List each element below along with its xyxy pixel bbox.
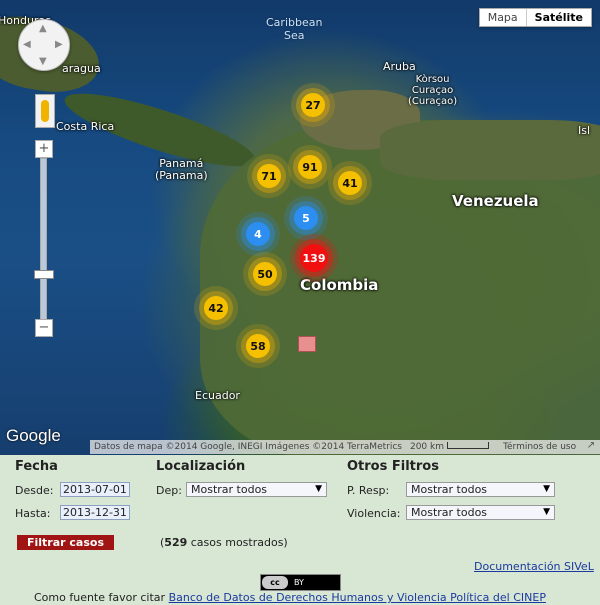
localizacion-title: Localización: [156, 459, 246, 474]
label-caribbean-sea: Caribbean Sea: [266, 16, 322, 42]
label-venezuela: Venezuela: [452, 192, 539, 210]
cluster-marker[interactable]: 5: [294, 206, 318, 230]
hasta-date-input[interactable]: [60, 505, 130, 520]
resp-select-value: Mostrar todos: [411, 483, 488, 496]
dep-label: Dep:: [156, 484, 182, 497]
citation-prefix: Como fuente favor citar: [34, 591, 169, 604]
pan-right-icon[interactable]: ▶: [55, 39, 63, 50]
resp-select[interactable]: Mostrar todos ▼: [406, 482, 555, 497]
violencia-label: Violencia:: [347, 507, 401, 520]
scale-label: 200 km: [409, 442, 445, 452]
terms-link[interactable]: Términos de uso: [503, 442, 576, 452]
zoom-slider-thumb[interactable]: [34, 270, 54, 279]
fullscreen-icon[interactable]: ↗: [584, 440, 598, 454]
shown-suffix: casos mostrados): [187, 536, 288, 549]
land-venezuela-coast: [380, 120, 600, 180]
citation-text: Como fuente favor citar Banco de Datos d…: [34, 591, 546, 604]
label-nicaragua: aragua: [62, 62, 101, 75]
desde-date-input[interactable]: [60, 482, 130, 497]
chevron-down-icon: ▼: [543, 484, 550, 494]
pan-left-icon[interactable]: ◀: [23, 39, 31, 50]
pegman-icon[interactable]: [35, 94, 55, 128]
label-ecuador: Ecuador: [195, 389, 240, 402]
cluster-marker[interactable]: 42: [204, 296, 228, 320]
label-caribbean-sea-text: Caribbean Sea: [266, 16, 323, 42]
resp-label: P. Resp:: [347, 484, 390, 497]
cc-license-badge[interactable]: cc BY: [260, 574, 341, 591]
scale-control: 200 km: [409, 442, 490, 452]
label-aruba: Aruba: [383, 60, 416, 73]
label-isla: Isl: [578, 124, 591, 137]
cluster-marker[interactable]: 50: [253, 262, 277, 286]
dep-select-value: Mostrar todos: [191, 483, 268, 496]
zoom-slider-track[interactable]: [40, 158, 47, 322]
pan-up-icon[interactable]: ▲: [39, 23, 47, 34]
cinep-link[interactable]: Banco de Datos de Derechos Humanos y Vio…: [169, 591, 546, 604]
map-canvas[interactable]: Honduras aragua Costa Rica Caribbean Sea…: [0, 0, 600, 455]
shown-count: 529: [164, 536, 188, 549]
cluster-marker[interactable]: 4: [246, 222, 270, 246]
pan-down-icon[interactable]: ▼: [39, 56, 47, 67]
cluster-marker[interactable]: 41: [338, 171, 362, 195]
cluster-marker[interactable]: 91: [298, 155, 322, 179]
location-pin-marker[interactable]: [298, 336, 316, 352]
label-costa-rica: Costa Rica: [56, 120, 115, 133]
map-type-satellite-button[interactable]: Satélite: [525, 9, 591, 26]
desde-label: Desde:: [15, 484, 54, 497]
map-type-mapa-button[interactable]: Mapa: [479, 9, 526, 26]
documentation-link[interactable]: Documentación SIVeL: [474, 560, 594, 573]
label-panama-text: Panamá (Panama): [155, 157, 208, 182]
violencia-select[interactable]: Mostrar todos ▼: [406, 505, 555, 520]
cluster-marker[interactable]: 27: [301, 93, 325, 117]
filter-cases-button[interactable]: Filtrar casos: [17, 535, 114, 550]
cluster-marker[interactable]: 71: [257, 164, 281, 188]
zoom-out-button[interactable]: −: [35, 319, 53, 337]
cluster-marker[interactable]: 139: [300, 244, 328, 272]
zoom-in-button[interactable]: +: [35, 140, 53, 158]
cc-by-text: BY: [294, 578, 304, 587]
label-korsou: Kòrsou Curaçao (Curaçao): [408, 74, 457, 107]
label-panama: Panamá (Panama): [155, 158, 208, 182]
scale-bar: [447, 442, 490, 449]
map-type-control: Mapa Satélite: [478, 8, 592, 27]
violencia-select-value: Mostrar todos: [411, 506, 488, 519]
label-korsou-text: Kòrsou Curaçao (Curaçao): [408, 74, 458, 107]
fecha-title: Fecha: [15, 459, 58, 474]
label-colombia: Colombia: [300, 276, 379, 294]
cc-icon: cc: [262, 576, 288, 589]
cluster-marker[interactable]: 58: [246, 334, 270, 358]
pegman-figure: [41, 100, 49, 122]
google-logo: Google: [6, 426, 61, 445]
dep-select[interactable]: Mostrar todos ▼: [186, 482, 327, 497]
shown-count-text: (529 casos mostrados): [160, 536, 288, 549]
pan-control[interactable]: ▲ ▼ ◀ ▶: [18, 19, 70, 71]
map-attribution-text: Datos de mapa ©2014 Google, INEGI Imágen…: [94, 442, 402, 452]
hasta-label: Hasta:: [15, 507, 51, 520]
otros-filtros-title: Otros Filtros: [347, 459, 439, 474]
map-attribution-bar: Datos de mapa ©2014 Google, INEGI Imágen…: [90, 440, 600, 454]
chevron-down-icon: ▼: [315, 484, 322, 494]
chevron-down-icon: ▼: [543, 507, 550, 517]
